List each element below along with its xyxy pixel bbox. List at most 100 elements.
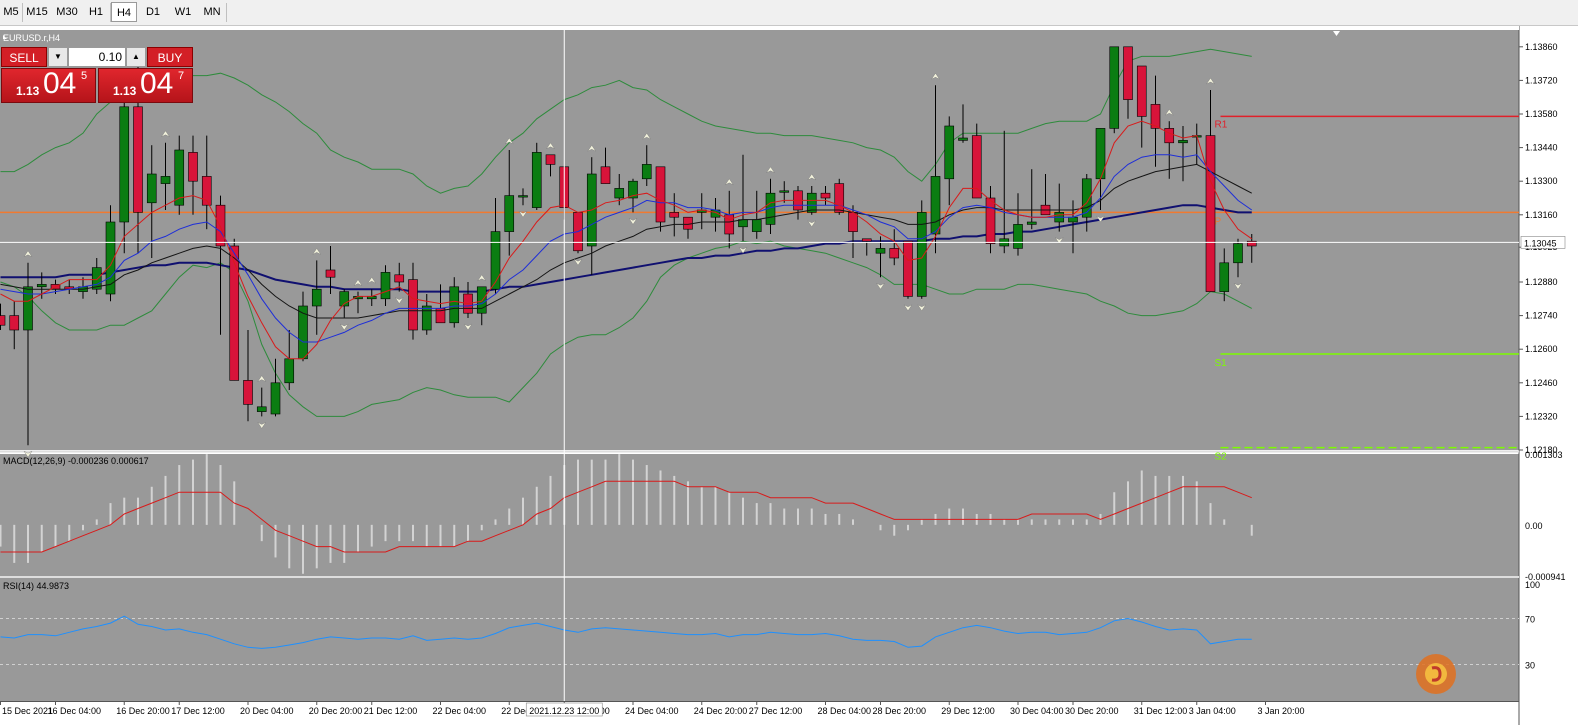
- bear-candle: [408, 279, 418, 331]
- bull-candle: [875, 248, 886, 254]
- bear-candle: [394, 274, 405, 283]
- bid-price-prefix: 1.13: [16, 84, 40, 98]
- price-tick-label: 1.12460: [1525, 378, 1558, 388]
- bull-candle: [504, 195, 515, 232]
- price-tick-label: 1.13300: [1525, 176, 1558, 186]
- bull-candle: [930, 176, 941, 235]
- macd-pane-background: [0, 454, 1519, 576]
- main-pane-background: [0, 30, 1519, 450]
- time-tick-label: 3 Jan 04:00: [1189, 706, 1236, 716]
- timeframe-toolbar: M5 M15 M30 H1 H4 D1 W1 MN: [0, 0, 1578, 26]
- timeframe-m15-button[interactable]: M15: [23, 2, 51, 22]
- bull-candle: [1068, 216, 1078, 223]
- timeframe-d1-button[interactable]: D1: [139, 2, 167, 22]
- bear-candle: [1136, 65, 1147, 117]
- lot-decrease-button[interactable]: ▼: [48, 47, 68, 67]
- time-tick-label: 16 Dec 20:00: [116, 706, 170, 716]
- time-tick-label: 30 Dec 20:00: [1065, 706, 1119, 716]
- pivot-label-p: P: [1215, 216, 1222, 227]
- bear-candle: [848, 212, 858, 232]
- bid-price-box[interactable]: 1.13 04 5: [1, 67, 96, 103]
- ask-price-prefix: 1.13: [113, 84, 137, 98]
- top-margin: [0, 26, 1519, 30]
- bull-candle: [779, 190, 790, 193]
- time-tick-label: 20 Dec 04:00: [240, 706, 294, 716]
- bear-candle: [1205, 135, 1216, 292]
- lot-increase-button[interactable]: ▲: [126, 47, 146, 67]
- bear-candle: [889, 248, 900, 259]
- bull-candle: [1178, 140, 1188, 144]
- lot-size-input[interactable]: [68, 47, 126, 67]
- bear-candle: [229, 245, 240, 381]
- pivot-label-s1: S1: [1215, 358, 1228, 369]
- timeframe-w1-button[interactable]: W1: [169, 2, 197, 22]
- timeframe-m30-button[interactable]: M30: [53, 2, 81, 22]
- price-tick-label: 1.13720: [1525, 75, 1558, 85]
- bull-candle: [311, 288, 322, 307]
- time-tick-label: 24 Dec 20:00: [694, 706, 748, 716]
- bull-candle: [614, 188, 625, 199]
- time-tick-label: 24 Dec 04:00: [625, 706, 679, 716]
- bull-candle: [476, 286, 487, 314]
- chart-canvas[interactable]: 1.138601.137201.135801.134401.133001.131…: [0, 26, 1578, 725]
- bull-candle: [421, 305, 432, 331]
- bull-candle: [284, 358, 295, 384]
- rsi-tick-label: 70: [1525, 615, 1535, 625]
- bull-candle: [1219, 262, 1230, 292]
- bear-candle: [188, 152, 198, 182]
- current-price-label: 1.13045: [1524, 238, 1557, 248]
- bull-candle: [174, 149, 185, 206]
- time-tick-label: 29 Dec 12:00: [941, 706, 995, 716]
- timeframe-m5-button[interactable]: M5: [1, 2, 21, 22]
- bear-candle: [985, 197, 996, 244]
- bear-candle: [9, 315, 20, 331]
- bull-candle: [531, 152, 542, 208]
- bear-candle: [545, 154, 556, 165]
- macd-tick-label: 0.001303: [1525, 450, 1563, 460]
- bear-candle: [903, 240, 913, 297]
- ask-price-fraction: 7: [178, 70, 185, 82]
- bull-candle: [1026, 221, 1037, 225]
- timeframe-h4-button[interactable]: H4: [111, 2, 137, 22]
- bull-candle: [270, 382, 281, 415]
- time-tick-label: 16 Dec 04:00: [48, 706, 102, 716]
- bear-candle: [834, 183, 845, 213]
- buy-button[interactable]: BUY: [147, 47, 193, 67]
- time-tick-label: 31 Dec 12:00: [1134, 706, 1188, 716]
- timeframe-h1-button[interactable]: H1: [83, 2, 109, 22]
- bear-candle: [133, 106, 143, 213]
- pivot-label-r1: R1: [1215, 119, 1228, 130]
- bear-candle: [0, 315, 6, 326]
- bull-candle: [916, 212, 927, 297]
- bull-candle: [1013, 224, 1023, 249]
- timeframe-mn-button[interactable]: MN: [199, 2, 225, 22]
- time-tick-label: 28 Dec 20:00: [873, 706, 927, 716]
- price-tick-label: 1.12880: [1525, 277, 1558, 287]
- bull-candle: [518, 195, 528, 198]
- bull-candle: [36, 284, 47, 288]
- bear-candle: [655, 166, 666, 223]
- price-tick-label: 1.13860: [1525, 42, 1558, 52]
- bear-candle: [243, 380, 253, 405]
- bull-candle: [944, 125, 955, 180]
- bid-price-pips: 04: [43, 67, 77, 100]
- ask-price-pips: 04: [140, 67, 174, 100]
- time-tick-label: 17 Dec 12:00: [171, 706, 225, 716]
- bull-candle: [1233, 243, 1243, 264]
- bull-candle: [449, 286, 460, 324]
- bull-candle: [146, 173, 157, 204]
- bull-candle: [119, 106, 130, 223]
- time-tick-label: 15 Dec 2021: [2, 706, 53, 716]
- bear-candle: [325, 269, 336, 278]
- bear-candle: [820, 192, 831, 199]
- bull-candle: [160, 176, 171, 184]
- one-click-trading-panel: SELL ▼ ▲ BUY 1.13 04 5 1.13 04 7: [1, 47, 193, 103]
- price-tick-label: 1.13160: [1525, 210, 1558, 220]
- crosshair-time-label: 2021.12.23 12:00: [529, 706, 599, 716]
- toolbar-separator: [226, 3, 227, 22]
- sell-button[interactable]: SELL: [1, 47, 47, 67]
- macd-label: MACD(12,26,9) -0.000236 0.000617: [3, 456, 149, 466]
- price-tick-label: 1.12320: [1525, 411, 1558, 421]
- ask-price-box[interactable]: 1.13 04 7: [98, 67, 193, 103]
- pivot-label-s2: S2: [1215, 452, 1228, 463]
